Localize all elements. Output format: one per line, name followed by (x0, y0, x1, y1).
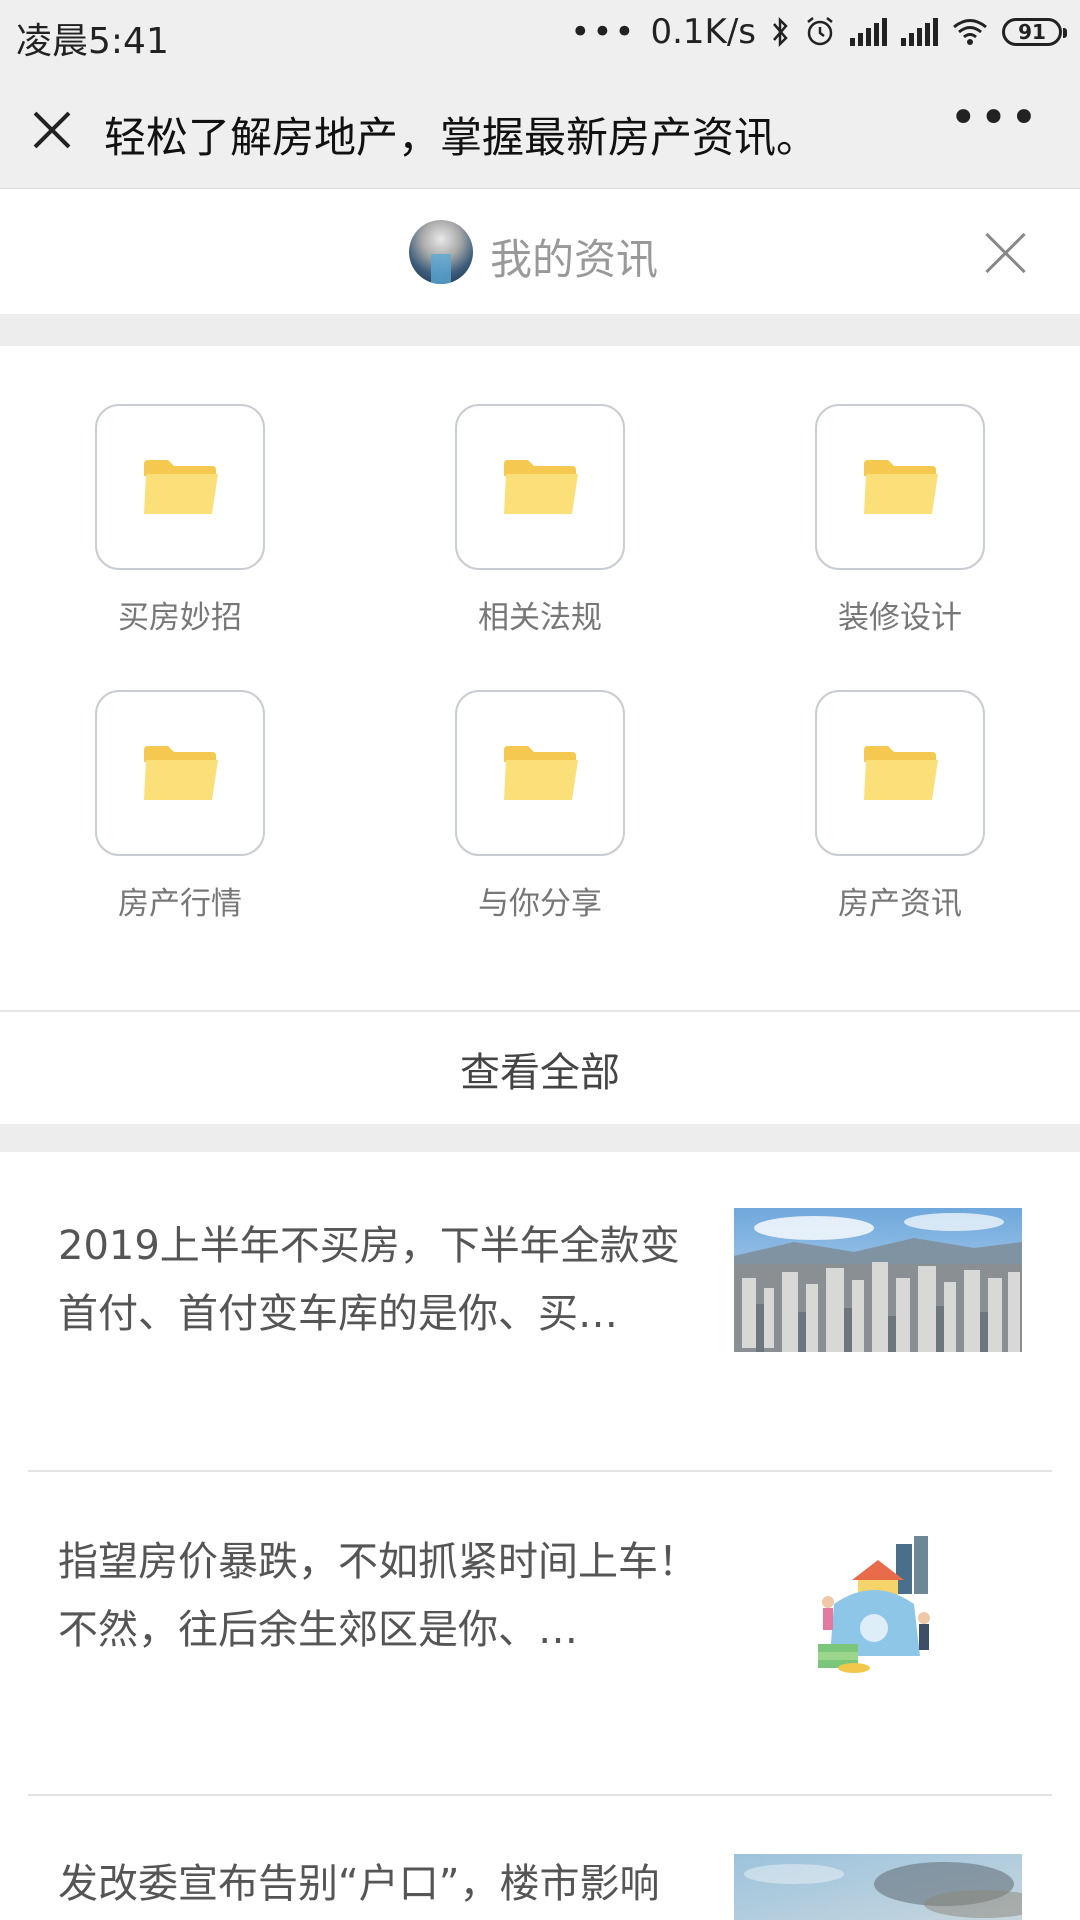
category-tile[interactable] (95, 690, 265, 856)
category-label: 相关法规 (478, 600, 602, 636)
category-tile[interactable] (455, 690, 625, 856)
folder-icon (504, 746, 578, 800)
category-tile[interactable] (815, 404, 985, 570)
article-item[interactable]: 2019上半年不买房，下半年全款变首付、首付变车库的是你、买… (28, 1152, 1052, 1470)
close-icon[interactable] (30, 108, 74, 152)
category-item[interactable]: 与你分享 (440, 690, 640, 923)
folder-icon (144, 460, 218, 514)
category-label: 房产资讯 (838, 886, 962, 922)
notification-dots-icon: ••• (570, 12, 637, 52)
category-grid: 买房妙招 相关法规 装修设计 房产行情 与你分享 房产资讯 (0, 346, 1080, 1010)
house-money-illustration (734, 1532, 1022, 1682)
category-item[interactable]: 相关法规 (440, 404, 640, 637)
section-gap (0, 314, 1080, 346)
category-label: 房产行情 (118, 886, 242, 922)
folder-icon (144, 746, 218, 800)
signal-1-icon (850, 18, 887, 46)
alarm-icon (807, 17, 833, 46)
category-label: 与你分享 (478, 886, 602, 922)
section-gap (0, 1124, 1080, 1152)
info-header: 我的资讯 (0, 190, 1080, 314)
article-title: 2019上半年不买房，下半年全款变首付、首付变车库的是你、买… (58, 1223, 680, 1337)
folder-icon (504, 460, 578, 514)
view-all-button[interactable]: 查看全部 (0, 1010, 1080, 1126)
category-tile[interactable] (95, 404, 265, 570)
battery-icon: 91 (1002, 18, 1067, 46)
nav-bar: 轻松了解房地产，掌握最新房产资讯。 ••• (0, 70, 1080, 189)
header-close-icon[interactable] (984, 230, 1028, 274)
avatar (409, 220, 473, 284)
page-title: 轻松了解房地产，掌握最新房产资讯。 (104, 113, 819, 162)
category-label: 装修设计 (838, 600, 962, 636)
bluetooth-icon (773, 16, 788, 48)
signal-2-icon (901, 18, 938, 46)
category-item[interactable]: 买房妙招 (80, 404, 280, 637)
category-label: 买房妙招 (118, 600, 242, 636)
category-item[interactable]: 房产行情 (80, 690, 280, 923)
article-item[interactable]: 指望房价暴跌，不如抓紧时间上车！不然，往后余生郊区是你、… (28, 1472, 1052, 1794)
category-item[interactable]: 房产资讯 (800, 690, 1000, 923)
category-item[interactable]: 装修设计 (800, 404, 1000, 637)
category-tile[interactable] (815, 690, 985, 856)
article-title: 指望房价暴跌，不如抓紧时间上车！不然，往后余生郊区是你、… (58, 1539, 698, 1653)
more-options-icon[interactable]: ••• (949, 90, 1040, 146)
status-icons: ••• 0.1K/s 91 (570, 12, 1067, 52)
article-title: 发改委宣布告别“户口”，楼市影响 (58, 1861, 660, 1907)
network-speed: 0.1K/s (650, 12, 756, 52)
header-title: 我的资讯 (490, 235, 659, 284)
article-item[interactable]: 发改委宣布告别“户口”，楼市影响 (28, 1796, 1052, 1920)
category-tile[interactable] (455, 404, 625, 570)
status-bar: 凌晨5:41 ••• 0.1K/s 91 (0, 0, 1080, 70)
sky-photo (734, 1854, 1022, 1920)
folder-icon (864, 746, 938, 800)
status-time: 凌晨5:41 (16, 21, 169, 62)
wifi-icon (953, 19, 987, 45)
city-skyline-image (734, 1208, 1022, 1352)
folder-icon (864, 460, 938, 514)
